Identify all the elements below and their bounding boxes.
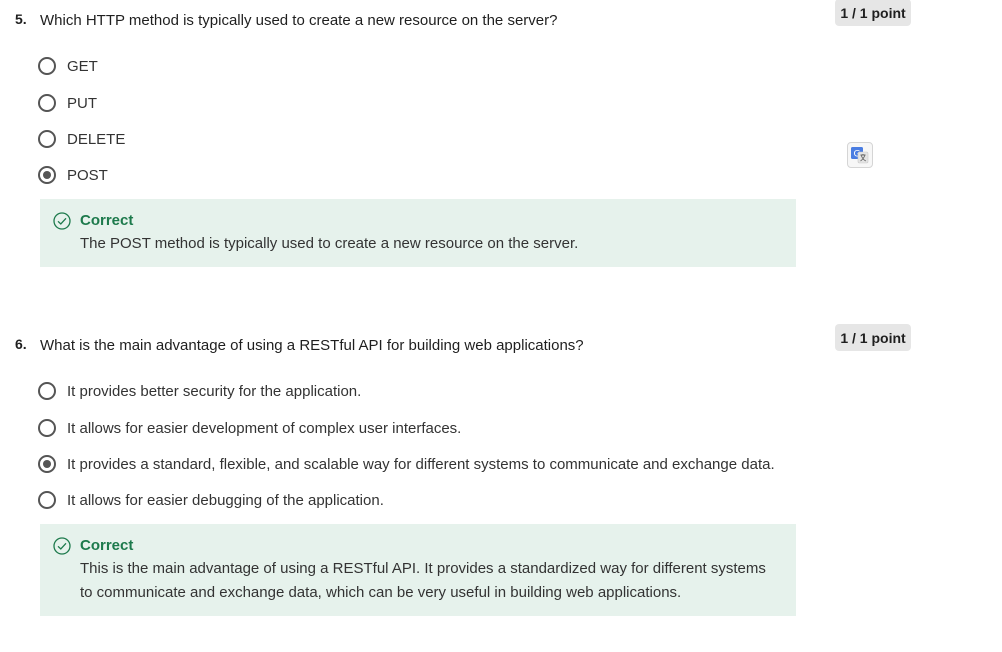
radio-button-selected[interactable] xyxy=(38,166,56,184)
feedback-text: This is the main advantage of using a RE… xyxy=(80,560,766,601)
option-standard-scalable[interactable]: It provides a standard, flexible, and sc… xyxy=(38,452,775,476)
option-label: It allows for easier debugging of the ap… xyxy=(67,491,384,509)
feedback-box: Correct The POST method is typically use… xyxy=(40,199,796,267)
option-label: GET xyxy=(67,57,98,75)
option-label: POST xyxy=(67,166,108,184)
radio-button[interactable] xyxy=(38,491,56,509)
points-badge: 1 / 1 point xyxy=(835,0,911,26)
option-put[interactable]: PUT xyxy=(38,91,97,115)
points-badge: 1 / 1 point xyxy=(835,324,911,351)
radio-button[interactable] xyxy=(38,419,56,437)
question-text: What is the main advantage of using a RE… xyxy=(40,337,584,354)
question-number: 5. xyxy=(15,11,27,27)
radio-button-selected[interactable] xyxy=(38,455,56,473)
option-label: It allows for easier development of comp… xyxy=(67,419,462,437)
option-get[interactable]: GET xyxy=(38,54,98,78)
option-label: DELETE xyxy=(67,130,126,148)
option-easier-debugging[interactable]: It allows for easier debugging of the ap… xyxy=(38,488,384,512)
option-post[interactable]: POST xyxy=(38,163,108,187)
google-translate-icon: G xyxy=(851,147,869,164)
feedback-title: Correct xyxy=(80,212,134,229)
option-delete[interactable]: DELETE xyxy=(38,127,125,151)
question-number: 6. xyxy=(15,336,27,352)
option-label: It provides a standard, flexible, and sc… xyxy=(67,455,775,473)
radio-button[interactable] xyxy=(38,382,56,400)
feedback-title: Correct xyxy=(80,537,134,554)
radio-button[interactable] xyxy=(38,94,56,112)
question-text: Which HTTP method is typically used to c… xyxy=(40,12,558,29)
radio-button[interactable] xyxy=(38,57,56,75)
option-label: It provides better security for the appl… xyxy=(67,382,362,400)
radio-button[interactable] xyxy=(38,130,56,148)
translate-button[interactable]: G xyxy=(847,142,873,168)
check-circle-icon xyxy=(53,537,71,555)
option-better-security[interactable]: It provides better security for the appl… xyxy=(38,379,361,403)
feedback-text: The POST method is typically used to cre… xyxy=(80,235,579,252)
option-easier-ui-development[interactable]: It allows for easier development of comp… xyxy=(38,416,461,440)
feedback-box: Correct This is the main advantage of us… xyxy=(40,524,796,616)
check-circle-icon xyxy=(53,212,71,230)
option-label: PUT xyxy=(67,94,97,112)
